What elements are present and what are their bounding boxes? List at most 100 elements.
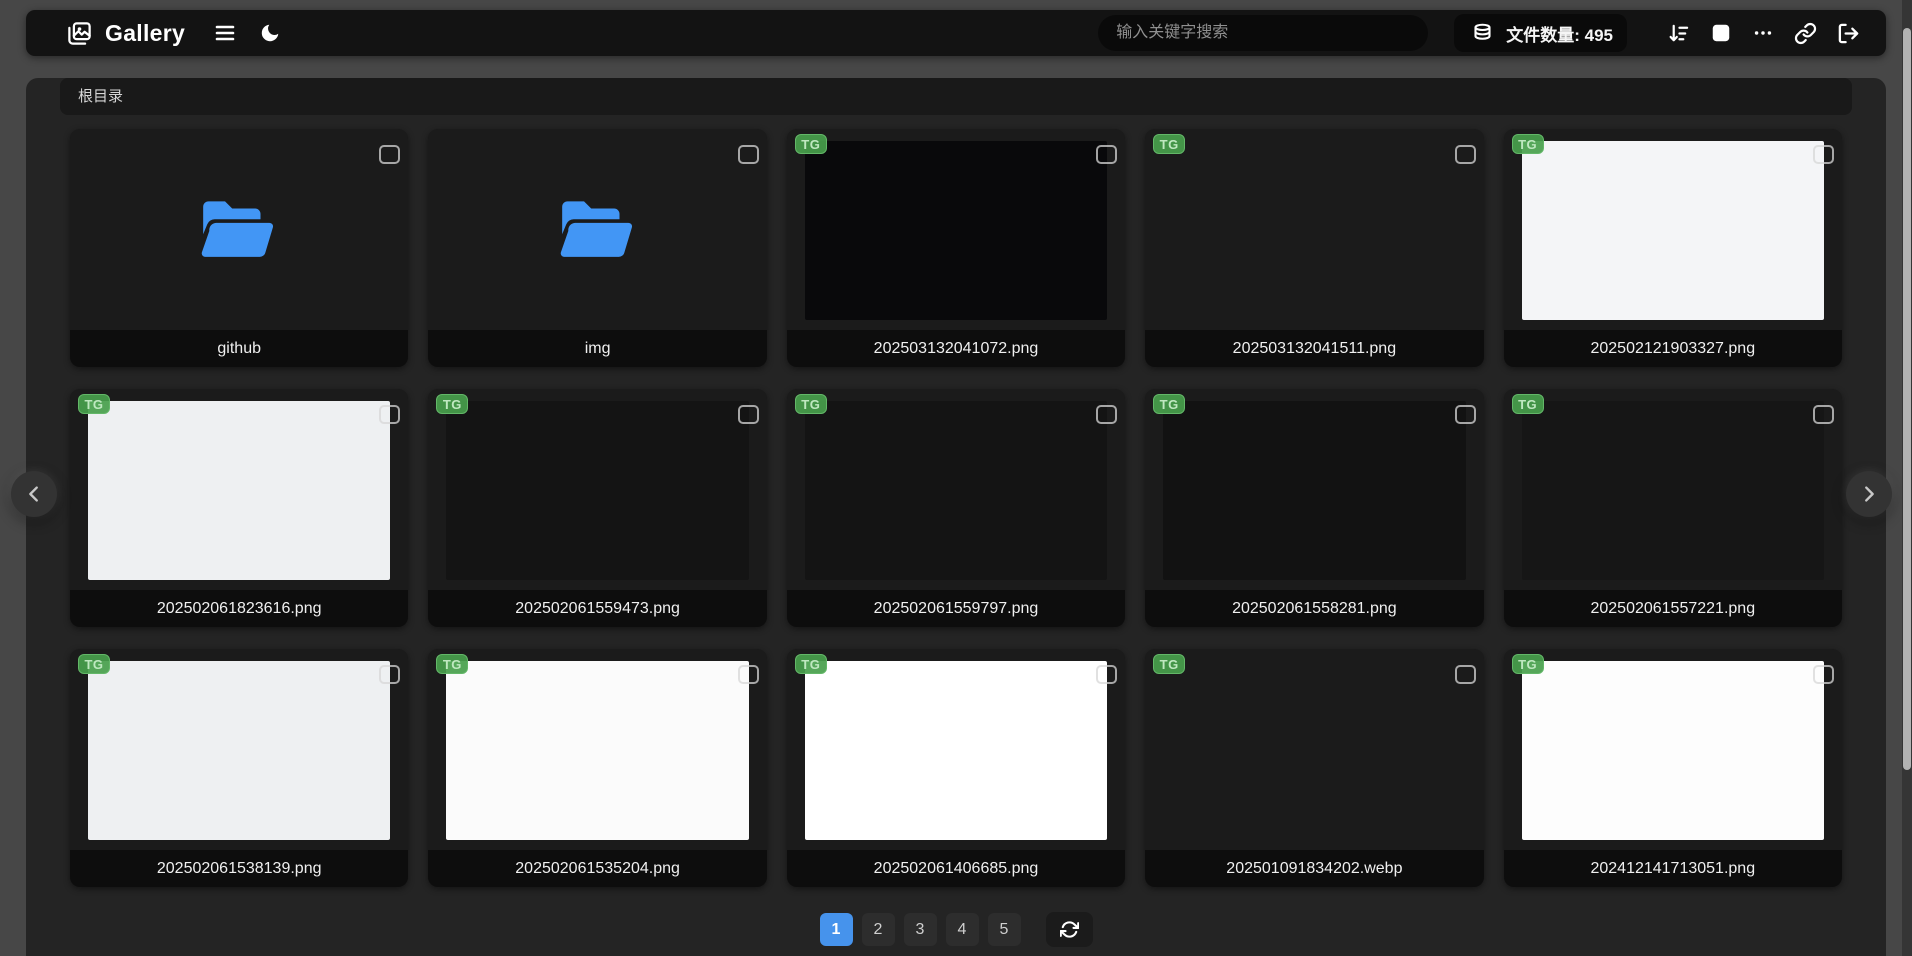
file-name: img: [428, 330, 767, 367]
breadcrumb[interactable]: 根目录: [60, 78, 1852, 115]
file-grid: github img TG 202503132041072.png TG 202…: [70, 129, 1842, 887]
select-checkbox[interactable]: [379, 665, 401, 684]
file-card[interactable]: TG 202503132041072.png: [786, 129, 1126, 367]
select-checkbox[interactable]: [737, 145, 759, 164]
tg-badge: TG: [78, 394, 110, 414]
refresh-icon: [1059, 921, 1079, 938]
breadcrumb-path: 根目录: [78, 88, 124, 105]
file-card[interactable]: TG 202502061538139.png: [70, 649, 409, 887]
thumbnail: [428, 649, 767, 850]
navbar-right-group: 文件数量: 495: [1098, 14, 1864, 52]
page-button-2[interactable]: 2: [861, 913, 895, 946]
file-card[interactable]: TG 202502061535204.png: [428, 649, 767, 887]
file-name: 202501091834202.webp: [1145, 850, 1484, 887]
thumbnail: [428, 129, 767, 330]
select-checkbox[interactable]: [1812, 145, 1834, 164]
chevron-right-icon: [1865, 486, 1874, 502]
file-name: 202502121903327.png: [1503, 330, 1842, 367]
thumbnail: [70, 129, 409, 330]
thumbnail: [1503, 129, 1842, 330]
select-checkbox[interactable]: [1454, 405, 1476, 424]
tg-badge: TG: [1153, 654, 1186, 674]
tg-badge: TG: [1511, 134, 1544, 154]
tg-badge: TG: [794, 394, 827, 414]
tg-badge: TG: [1511, 654, 1544, 674]
file-card[interactable]: github: [70, 129, 409, 367]
file-count-text: 文件数量: 495: [1506, 25, 1613, 45]
thumbnail: [1145, 389, 1484, 590]
select-checkbox[interactable]: [1096, 665, 1118, 684]
sort-descending-icon: [1669, 24, 1689, 41]
logout-button[interactable]: [1833, 18, 1864, 49]
select-checkbox[interactable]: [1812, 665, 1834, 684]
theme-toggle-button[interactable]: [255, 18, 285, 48]
select-checkbox[interactable]: [737, 405, 759, 424]
thumbnail: [70, 389, 409, 590]
thumbnail: [786, 649, 1126, 850]
file-card[interactable]: TG 202502061557221.png: [1503, 389, 1842, 627]
file-card[interactable]: TG 202412141713051.png: [1503, 649, 1842, 887]
tg-badge: TG: [1153, 394, 1186, 414]
page-button-1[interactable]: 1: [819, 913, 853, 946]
page-button-5[interactable]: 5: [987, 913, 1021, 946]
file-name: 202502061823616.png: [70, 590, 409, 627]
file-card[interactable]: TG 202502061559797.png: [786, 389, 1126, 627]
gallery-logo-icon: [62, 16, 97, 51]
file-name: 202502061538139.png: [70, 850, 409, 887]
page-button-4[interactable]: 4: [945, 913, 979, 946]
refresh-button[interactable]: [1045, 912, 1093, 947]
pagination: 12345: [26, 912, 1886, 947]
next-page-arrow[interactable]: [1846, 471, 1892, 517]
thumbnail: [1503, 649, 1842, 850]
scrollbar-thumb[interactable]: [1903, 28, 1911, 770]
select-checkbox[interactable]: [1096, 145, 1118, 164]
thumbnail: [786, 129, 1126, 330]
tg-badge: TG: [1153, 134, 1186, 154]
prev-page-arrow[interactable]: [11, 471, 57, 517]
file-card[interactable]: img: [428, 129, 767, 367]
file-name: 202502061558281.png: [1145, 590, 1484, 627]
tg-badge: TG: [794, 654, 827, 674]
thumbnail: [428, 389, 767, 590]
select-checkbox[interactable]: [737, 665, 759, 684]
select-square-icon: [1712, 24, 1730, 42]
scrollbar[interactable]: [1902, 0, 1912, 956]
file-count-badge: 文件数量: 495: [1454, 14, 1627, 52]
file-card[interactable]: TG 202502061558281.png: [1145, 389, 1484, 627]
tg-badge: TG: [436, 654, 469, 674]
select-mode-button[interactable]: [1706, 18, 1736, 48]
file-card[interactable]: TG 202502061406685.png: [786, 649, 1126, 887]
search-input[interactable]: [1098, 15, 1429, 51]
select-checkbox[interactable]: [1096, 405, 1118, 424]
file-card[interactable]: TG 202502061823616.png: [70, 389, 409, 627]
ellipsis-icon: [1754, 31, 1772, 35]
thumbnail: [1503, 389, 1842, 590]
select-checkbox[interactable]: [1454, 665, 1476, 684]
thumbnail: [70, 649, 409, 850]
thumbnail: [1145, 129, 1484, 330]
select-checkbox[interactable]: [379, 405, 401, 424]
file-name: github: [70, 330, 409, 367]
folder-icon: [560, 200, 632, 257]
file-card[interactable]: TG 202503132041511.png: [1145, 129, 1484, 367]
file-card[interactable]: TG 202502121903327.png: [1503, 129, 1842, 367]
moon-icon: [261, 24, 279, 42]
tg-badge: TG: [1511, 394, 1544, 414]
tg-badge: TG: [436, 394, 469, 414]
select-checkbox[interactable]: [379, 145, 401, 164]
file-name: 202503132041072.png: [786, 330, 1126, 367]
copy-link-button[interactable]: [1790, 18, 1821, 49]
page-button-3[interactable]: 3: [903, 913, 937, 946]
link-icon: [1794, 22, 1817, 44]
file-card[interactable]: TG 202502061559473.png: [428, 389, 767, 627]
navbar-left-group: Gallery: [48, 16, 285, 51]
app-title: Gallery: [105, 19, 186, 46]
sort-button[interactable]: [1663, 18, 1694, 49]
tg-badge: TG: [794, 134, 827, 154]
select-checkbox[interactable]: [1812, 405, 1834, 424]
select-checkbox[interactable]: [1454, 145, 1476, 164]
file-card[interactable]: TG 202501091834202.webp: [1145, 649, 1484, 887]
menu-button[interactable]: [209, 17, 241, 49]
more-options-button[interactable]: [1748, 18, 1778, 48]
file-name: 202412141713051.png: [1503, 850, 1842, 887]
